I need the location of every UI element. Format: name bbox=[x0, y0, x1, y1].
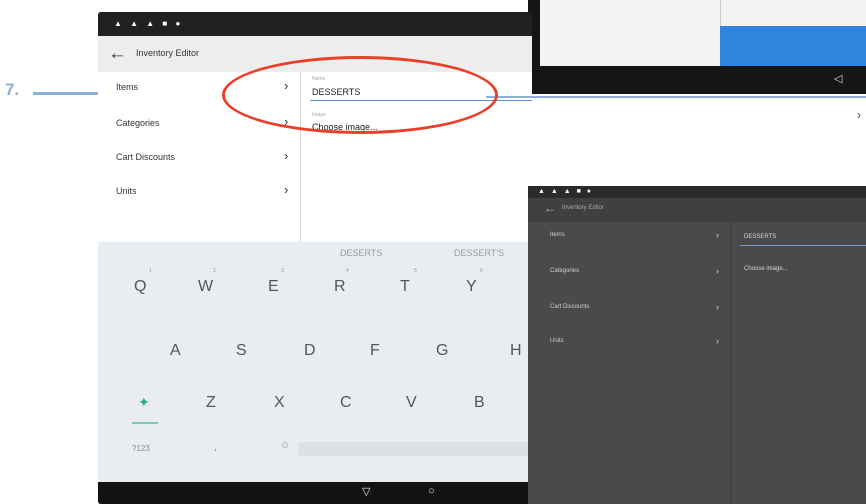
chevron-right-icon: › bbox=[716, 302, 719, 312]
key-hint: 6 bbox=[480, 268, 483, 274]
annotation-connector-line bbox=[486, 96, 866, 98]
chevron-right-icon: › bbox=[857, 108, 861, 122]
key-c[interactable]: C bbox=[340, 394, 352, 412]
key-v[interactable]: V bbox=[406, 394, 417, 412]
app-bar: ← Inventory Editor bbox=[528, 198, 866, 222]
pane-divider bbox=[730, 222, 731, 504]
chevron-right-icon: › bbox=[716, 230, 719, 240]
sidebar-item-label: Units bbox=[116, 186, 137, 196]
key-d[interactable]: D bbox=[304, 342, 316, 360]
status-bar: ▲ ▲ ▲ ■ ● bbox=[98, 12, 532, 36]
sidebar-item-units[interactable]: Units bbox=[550, 338, 564, 344]
page-title: Inventory Editor bbox=[136, 48, 200, 58]
sidebar-item-items[interactable]: Items bbox=[550, 232, 565, 238]
soft-keyboard: DESERTS DESSERT'S 1 2 3 4 5 6 Q W E R T … bbox=[98, 242, 532, 482]
key-hint: 3 bbox=[281, 268, 284, 274]
key-s[interactable]: S bbox=[236, 342, 247, 360]
emoji-icon[interactable]: ☺ bbox=[280, 440, 290, 451]
key-hint: 4 bbox=[346, 268, 349, 274]
back-triangle-icon[interactable]: ◁ bbox=[834, 72, 842, 85]
key-r[interactable]: R bbox=[334, 278, 346, 296]
sidebar-item-cart-discounts[interactable]: Cart Discounts › bbox=[98, 142, 300, 176]
sidebar-item-label: Cart Discounts bbox=[116, 152, 176, 162]
shift-indicator bbox=[132, 422, 158, 424]
suggestion-2[interactable]: DESSERT'S bbox=[454, 248, 504, 258]
system-nav-bar: ▽ ○ bbox=[98, 482, 532, 504]
blue-panel bbox=[720, 26, 866, 66]
key-hint: 5 bbox=[414, 268, 417, 274]
key-f[interactable]: F bbox=[370, 342, 380, 360]
symbols-key[interactable]: ?123 bbox=[132, 444, 150, 453]
suggestion-1[interactable]: DESERTS bbox=[340, 248, 382, 258]
page-title: Inventory Editor bbox=[562, 205, 605, 211]
comma-key[interactable]: , bbox=[214, 442, 217, 453]
sidebar-item-label: Categories bbox=[116, 118, 160, 128]
sidebar-item-units[interactable]: Units › bbox=[98, 176, 300, 210]
key-a[interactable]: A bbox=[170, 342, 181, 360]
image-field[interactable]: Choose image... bbox=[744, 266, 788, 272]
name-field-underline bbox=[740, 245, 866, 246]
key-e[interactable]: E bbox=[268, 278, 279, 296]
key-b[interactable]: B bbox=[474, 394, 485, 412]
key-z[interactable]: Z bbox=[206, 394, 216, 412]
back-triangle-icon[interactable]: ▽ bbox=[362, 485, 370, 498]
home-circle-icon[interactable]: ○ bbox=[428, 485, 435, 497]
sidebar-item-label: Items bbox=[116, 82, 139, 92]
name-field[interactable]: DESSERTS bbox=[744, 234, 776, 240]
key-q[interactable]: Q bbox=[134, 278, 146, 296]
key-h[interactable]: H bbox=[510, 342, 522, 360]
status-icons: ▲ ▲ ▲ ■ ● bbox=[538, 188, 594, 195]
key-hint: 2 bbox=[213, 268, 216, 274]
tablet-bottom-right: ▲ ▲ ▲ ■ ● ← Inventory Editor Items › Cat… bbox=[528, 186, 866, 504]
key-t[interactable]: T bbox=[400, 278, 410, 296]
shift-icon[interactable]: ✦ bbox=[138, 394, 150, 411]
key-w[interactable]: W bbox=[198, 278, 213, 296]
divider bbox=[720, 0, 721, 26]
sidebar-item-categories[interactable]: Categories bbox=[550, 268, 579, 274]
status-icons: ▲ ▲ ▲ ■ ● bbox=[114, 19, 184, 28]
chevron-right-icon: › bbox=[284, 182, 289, 197]
key-hint: 1 bbox=[149, 268, 152, 274]
editor-body: Items › Categories › Cart Discounts › Un… bbox=[528, 222, 866, 504]
chevron-right-icon: › bbox=[284, 148, 289, 163]
highlight-circle bbox=[222, 56, 498, 134]
status-bar: ▲ ▲ ▲ ■ ● bbox=[528, 186, 866, 198]
space-bar[interactable] bbox=[298, 442, 532, 456]
chevron-right-icon: › bbox=[716, 266, 719, 276]
step-number: 7. bbox=[5, 80, 20, 99]
tablet-top-right-screen bbox=[540, 0, 866, 66]
sidebar-item-cart-discounts[interactable]: Cart Discounts bbox=[550, 304, 589, 310]
key-g[interactable]: G bbox=[436, 342, 448, 360]
chevron-right-icon: › bbox=[716, 336, 719, 346]
arrow-left-icon[interactable]: ← bbox=[544, 201, 556, 215]
tablet-top-right: ◁ bbox=[528, 0, 866, 94]
arrow-left-icon[interactable]: ← bbox=[108, 42, 127, 66]
key-x[interactable]: X bbox=[274, 394, 285, 412]
key-y[interactable]: Y bbox=[466, 278, 477, 296]
